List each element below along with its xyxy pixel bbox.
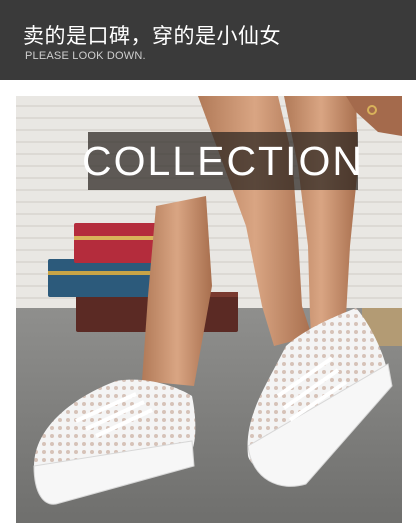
header-subtitle: PLEASE LOOK DOWN. xyxy=(25,50,146,62)
header-title: 卖的是口碑，穿的是小仙女 xyxy=(23,24,281,48)
header-bar: 卖的是口碑，穿的是小仙女 PLEASE LOOK DOWN. xyxy=(0,0,416,80)
product-detail-page: 卖的是口碑，穿的是小仙女 PLEASE LOOK DOWN. COLLECTIO… xyxy=(0,0,416,531)
collection-banner: COLLECTION xyxy=(82,132,364,190)
collection-banner-text: COLLECTION xyxy=(82,137,364,184)
product-photo: COLLECTION xyxy=(16,96,402,523)
